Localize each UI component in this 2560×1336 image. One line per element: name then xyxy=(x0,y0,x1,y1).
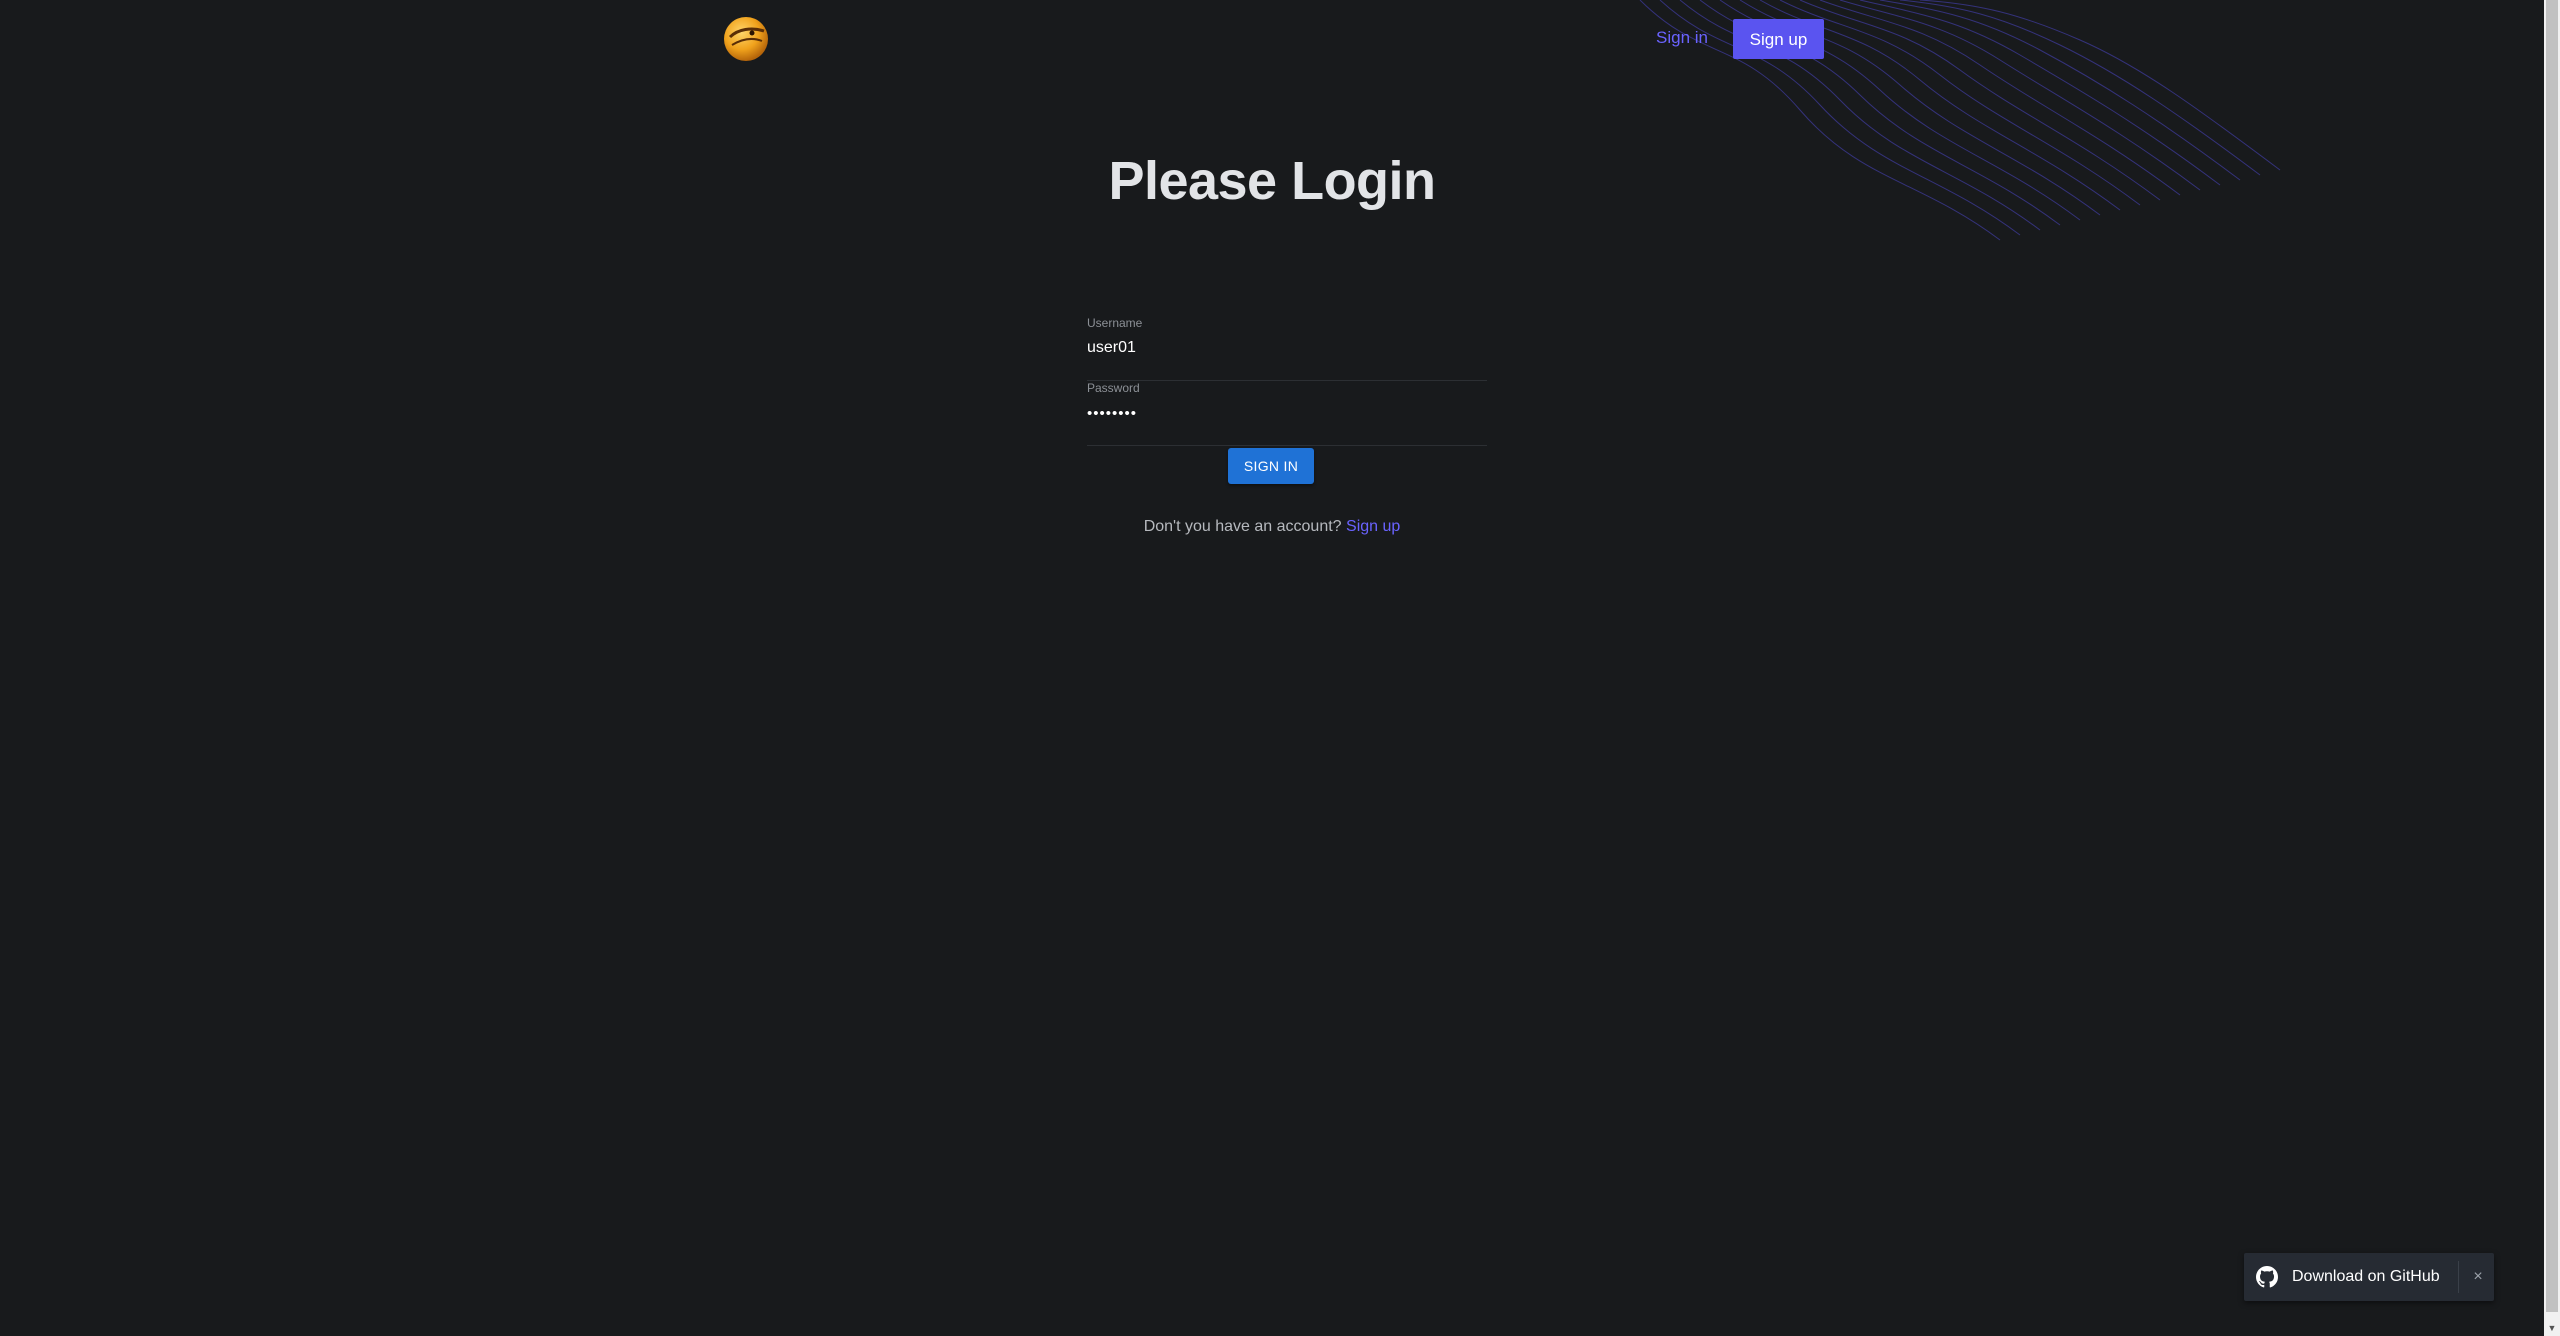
account-prompt-text: Don't you have an account? xyxy=(1143,518,1342,535)
scrollbar-thumb[interactable] xyxy=(2546,0,2558,1312)
login-form: Username Password xyxy=(1087,316,1487,446)
page-scrollbar[interactable]: ▼ xyxy=(2544,0,2560,1336)
nav-signin-link[interactable]: Sign in xyxy=(1640,18,1724,58)
github-download-toast: Download on GitHub × xyxy=(2244,1253,2494,1301)
username-input[interactable] xyxy=(1087,334,1487,362)
github-download-link[interactable]: Download on GitHub xyxy=(2292,1268,2440,1286)
hamster-logo-icon[interactable] xyxy=(722,15,770,63)
password-input[interactable] xyxy=(1087,399,1487,427)
account-prompt: Don't you have an account? Sign up xyxy=(0,518,2544,536)
username-label: Username xyxy=(1087,316,1143,330)
toast-divider xyxy=(2458,1261,2459,1293)
close-icon[interactable]: × xyxy=(2466,1265,2490,1289)
signin-button[interactable]: SIGN IN xyxy=(1228,448,1314,484)
password-field-group: Password xyxy=(1087,381,1487,446)
scroll-down-arrow-icon[interactable]: ▼ xyxy=(2544,1320,2560,1336)
nav-signup-button[interactable]: Sign up xyxy=(1733,19,1824,59)
signup-link[interactable]: Sign up xyxy=(1346,518,1400,535)
password-label: Password xyxy=(1087,381,1140,395)
login-page: Sign in Sign up Please Login Username Pa… xyxy=(0,0,2560,1336)
username-field-group: Username xyxy=(1087,316,1487,381)
page-title: Please Login xyxy=(1108,151,1436,211)
github-icon xyxy=(2256,1266,2278,1288)
